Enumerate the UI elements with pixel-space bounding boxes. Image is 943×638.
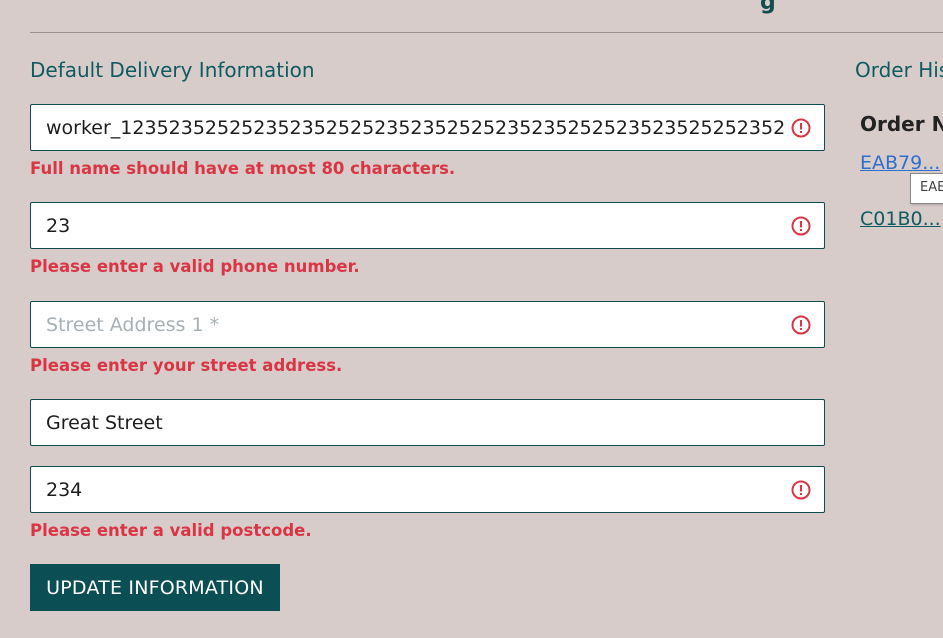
street-address-1-input[interactable] (31, 302, 824, 347)
postcode-input[interactable] (31, 467, 824, 512)
full-name-error: Full name should have at most 80 charact… (30, 159, 456, 178)
postcode-error: Please enter a valid postcode. (30, 521, 312, 540)
divider (30, 32, 943, 33)
order-history-title: Order His (855, 58, 943, 82)
error-icon (791, 118, 811, 137)
error-icon (791, 480, 811, 499)
street-address-2-input[interactable] (31, 400, 824, 445)
header-fragment: g (760, 0, 776, 15)
full-name-field (30, 104, 825, 151)
phone-input[interactable] (31, 203, 824, 248)
update-information-button[interactable]: UPDATE INFORMATION (30, 564, 280, 611)
street-address-1-field (30, 301, 825, 348)
order-link[interactable]: EAB79... (860, 152, 940, 174)
postcode-field (30, 466, 825, 513)
tooltip: EAE (910, 173, 943, 204)
phone-field (30, 202, 825, 249)
order-link[interactable]: C01B0... (860, 208, 941, 230)
error-icon (791, 216, 811, 235)
phone-error: Please enter a valid phone number. (30, 257, 360, 276)
error-icon (791, 315, 811, 334)
account-page: g Default Delivery Information Order His… (0, 0, 943, 638)
full-name-input[interactable] (31, 105, 824, 150)
street-address-1-error: Please enter your street address. (30, 356, 343, 375)
street-address-2-field (30, 399, 825, 446)
section-title: Default Delivery Information (30, 58, 315, 82)
order-number-header: Order Nu (860, 112, 943, 136)
